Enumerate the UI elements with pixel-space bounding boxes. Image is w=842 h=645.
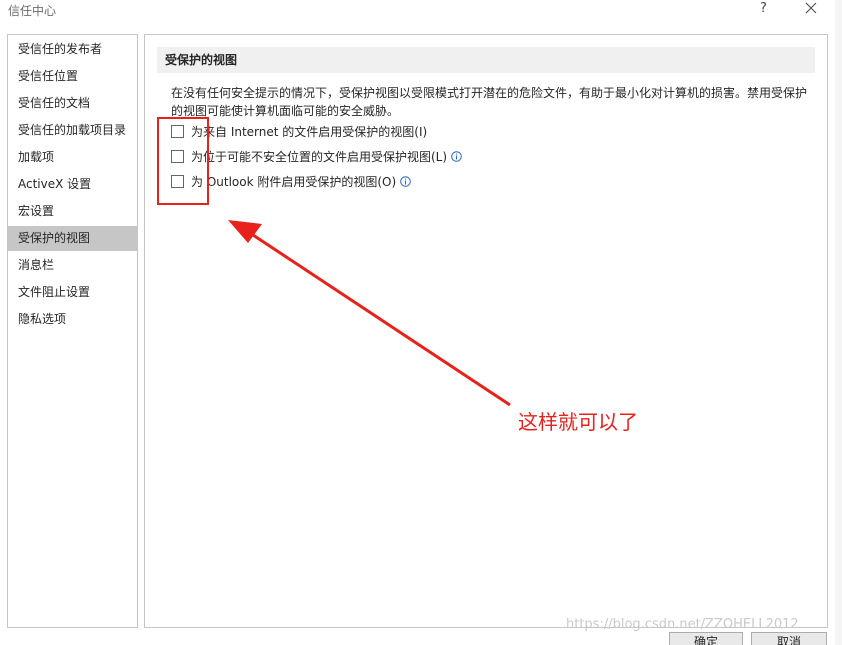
option-label: 为 Outlook 附件启用受保护的视图(O) — [191, 174, 397, 189]
sidebar-item-addins[interactable]: 加载项 — [8, 145, 137, 170]
window-edge — [835, 0, 842, 645]
title-bar: 信任中心 ? — [0, 0, 842, 22]
checkbox-outlook-attachments[interactable] — [171, 174, 184, 188]
checkbox-internet-files[interactable] — [171, 124, 184, 138]
option-unsafe-locations[interactable]: 为位于可能不安全位置的文件启用受保护视图(L) — [171, 147, 462, 165]
window-title: 信任中心 — [8, 4, 57, 18]
help-button[interactable]: ? — [760, 1, 767, 16]
info-icon[interactable] — [451, 150, 462, 162]
annotation-text: 这样就可以了 — [518, 410, 638, 434]
ok-button[interactable]: 确定 — [669, 632, 743, 645]
sidebar-item-trusted-documents[interactable]: 受信任的文档 — [8, 91, 137, 116]
option-label: 为来自 Internet 的文件启用受保护的视图(I) — [191, 124, 428, 139]
sidebar-item-trusted-publishers[interactable]: 受信任的发布者 — [8, 37, 137, 62]
sidebar-item-privacy[interactable]: 隐私选项 — [8, 307, 137, 332]
close-icon[interactable] — [804, 0, 820, 18]
section-description: 在没有任何安全提示的情况下，受保护视图以受限模式打开潜在的危险文件，有助于最小化… — [171, 86, 808, 118]
cancel-button[interactable]: 取消 — [751, 632, 827, 645]
checkbox-unsafe-locations[interactable] — [171, 149, 184, 163]
main-panel: 受保护的视图 在没有任何安全提示的情况下，受保护视图以受限模式打开潜在的危险文件… — [144, 34, 828, 628]
info-icon[interactable] — [400, 175, 411, 187]
section-title: 受保护的视图 — [157, 47, 815, 73]
sidebar-item-file-block[interactable]: 文件阻止设置 — [8, 280, 137, 305]
sidebar-item-trusted-locations[interactable]: 受信任位置 — [8, 64, 137, 89]
option-internet-files[interactable]: 为来自 Internet 的文件启用受保护的视图(I) — [171, 122, 427, 140]
sidebar-nav: 受信任的发布者 受信任位置 受信任的文档 受信任的加载项目录 加载项 Activ… — [7, 34, 138, 628]
sidebar-item-activex[interactable]: ActiveX 设置 — [8, 172, 137, 197]
option-label: 为位于可能不安全位置的文件启用受保护视图(L) — [191, 149, 448, 164]
option-outlook-attachments[interactable]: 为 Outlook 附件启用受保护的视图(O) — [171, 172, 411, 190]
sidebar-item-message-bar[interactable]: 消息栏 — [8, 253, 137, 278]
watermark: https://blog.csdn.net/ZZOHELL2012 — [566, 617, 799, 632]
sidebar-item-protected-view[interactable]: 受保护的视图 — [8, 226, 137, 251]
sidebar-item-trusted-addin-catalogs[interactable]: 受信任的加载项目录 — [8, 118, 137, 143]
sidebar-item-macros[interactable]: 宏设置 — [8, 199, 137, 224]
